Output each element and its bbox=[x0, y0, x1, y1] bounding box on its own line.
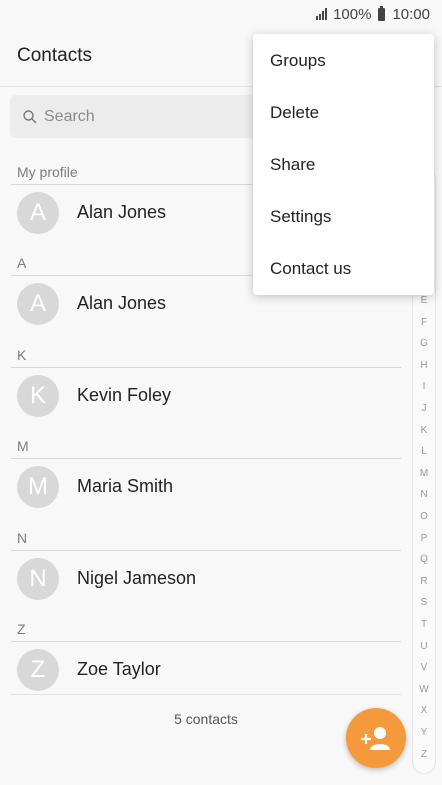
index-letter-i[interactable]: I bbox=[413, 381, 435, 392]
section-header-k: K bbox=[11, 346, 401, 368]
contact-name: Nigel Jameson bbox=[77, 568, 197, 588]
clock: 10:00 bbox=[392, 5, 430, 23]
contact-row[interactable]: Z Zoe Taylor bbox=[11, 642, 401, 697]
avatar: K bbox=[17, 374, 59, 417]
contact-name: Alan Jones bbox=[77, 202, 167, 222]
section-header-m: M bbox=[11, 437, 401, 459]
contact-name: Zoe Taylor bbox=[77, 659, 161, 679]
index-letter-n[interactable]: N bbox=[413, 489, 435, 500]
index-letter-t[interactable]: T bbox=[413, 619, 435, 630]
search-input[interactable]: Search bbox=[10, 95, 260, 138]
index-letter-g[interactable]: G bbox=[413, 338, 435, 349]
index-letter-e[interactable]: E bbox=[413, 295, 435, 306]
menu-item-delete[interactable]: Delete bbox=[253, 87, 434, 139]
contact-name: Kevin Foley bbox=[77, 385, 172, 405]
index-letter-j[interactable]: J bbox=[413, 403, 435, 414]
signal-icon bbox=[316, 8, 328, 20]
contact-name: Alan Jones bbox=[77, 293, 167, 313]
battery-icon bbox=[378, 5, 386, 21]
menu-item-groups[interactable]: Groups bbox=[253, 35, 434, 87]
index-letter-z[interactable]: Z bbox=[413, 749, 435, 760]
index-letter-o[interactable]: O bbox=[413, 511, 435, 522]
add-contact-icon bbox=[361, 727, 390, 750]
avatar: N bbox=[17, 557, 59, 600]
avatar: M bbox=[17, 465, 59, 508]
index-letter-k[interactable]: K bbox=[413, 425, 435, 436]
index-letter-x[interactable]: X bbox=[413, 705, 435, 716]
index-letter-w[interactable]: W bbox=[413, 684, 435, 695]
index-letter-s[interactable]: S bbox=[413, 597, 435, 608]
contact-name: Maria Smith bbox=[77, 476, 174, 496]
battery-level: 100% bbox=[333, 5, 372, 23]
contact-row[interactable]: K Kevin Foley bbox=[11, 368, 401, 423]
search-icon bbox=[23, 109, 37, 123]
section-header-n: N bbox=[11, 529, 401, 551]
index-letter-u[interactable]: U bbox=[413, 641, 435, 652]
overflow-menu: Groups Delete Share Settings Contact us bbox=[253, 34, 434, 295]
search-placeholder: Search bbox=[44, 107, 95, 125]
index-letter-f[interactable]: F bbox=[413, 317, 435, 328]
avatar: A bbox=[17, 191, 59, 234]
menu-item-settings[interactable]: Settings bbox=[253, 191, 434, 243]
avatar: A bbox=[17, 282, 59, 325]
index-letter-q[interactable]: Q bbox=[413, 554, 435, 565]
index-letter-l[interactable]: L bbox=[413, 446, 435, 457]
page-title: Contacts bbox=[17, 45, 92, 66]
index-letter-v[interactable]: V bbox=[413, 662, 435, 673]
avatar: Z bbox=[17, 648, 59, 691]
index-letter-p[interactable]: P bbox=[413, 533, 435, 544]
index-letter-y[interactable]: Y bbox=[413, 727, 435, 738]
menu-item-contact-us[interactable]: Contact us bbox=[253, 243, 434, 295]
contact-row[interactable]: N Nigel Jameson bbox=[11, 551, 401, 606]
index-letter-m[interactable]: M bbox=[413, 468, 435, 479]
divider bbox=[11, 694, 401, 695]
section-header-z: Z bbox=[11, 620, 401, 642]
contact-row[interactable]: M Maria Smith bbox=[11, 459, 401, 514]
index-letter-h[interactable]: H bbox=[413, 360, 435, 371]
index-letter-r[interactable]: R bbox=[413, 576, 435, 587]
status-bar: 100% 10:00 bbox=[0, 0, 442, 28]
menu-item-share[interactable]: Share bbox=[253, 139, 434, 191]
add-contact-button[interactable] bbox=[346, 708, 406, 768]
